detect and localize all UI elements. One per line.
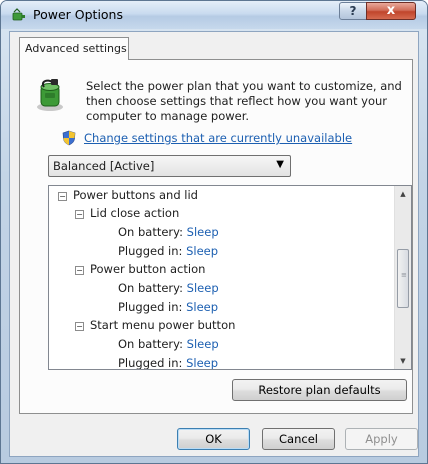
title-bar[interactable]: Power Options ? x [1, 1, 427, 29]
lid-plugged-in-value[interactable]: Sleep [186, 244, 218, 258]
collapse-icon[interactable]: − [58, 192, 67, 201]
tree-item-lid-plugged-in[interactable]: Plugged in: Sleep [118, 242, 218, 260]
tree-item-start-menu-plugged-in[interactable]: Plugged in: Sleep [118, 354, 218, 369]
tree-group-power-buttons-and-lid[interactable]: − Power buttons and lid [58, 186, 198, 204]
collapse-icon[interactable]: − [75, 266, 84, 275]
intro-text: Select the power plan that you want to c… [86, 79, 404, 124]
tab-advanced-settings[interactable]: Advanced settings [19, 37, 129, 60]
power-options-window: Power Options ? x Advanced settings Sele… [0, 0, 428, 464]
tree-item-lid-on-battery[interactable]: On battery: Sleep [118, 223, 219, 241]
grip-icon: ≡ [401, 271, 407, 279]
window-title: Power Options [33, 7, 123, 22]
intro-line-2: then choose settings that reflect how yo… [86, 94, 388, 108]
power-plan-selected-value: Balanced [Active] [53, 159, 155, 173]
tree-item-lid-close-action[interactable]: − Lid close action [75, 204, 179, 222]
power-plug-icon [37, 79, 63, 111]
power-plan-dropdown[interactable]: Balanced [Active] ▼ [48, 155, 291, 177]
tree-item-power-button-on-battery[interactable]: On battery: Sleep [118, 279, 219, 297]
intro-line-3: computer to manage power. [86, 109, 250, 123]
tree-scrollbar[interactable]: ▲ ≡ ▼ [394, 186, 411, 369]
tab-panel: Select the power plan that you want to c… [19, 59, 413, 414]
restore-plan-defaults-button[interactable]: Restore plan defaults [232, 379, 407, 401]
power-options-icon [12, 8, 25, 21]
apply-button[interactable]: Apply [345, 428, 418, 450]
tree-item-power-button-action[interactable]: − Power button action [75, 260, 205, 278]
ok-button[interactable]: OK [177, 428, 250, 450]
start-menu-plugged-in-value[interactable]: Sleep [186, 356, 218, 369]
power-button-plugged-in-value[interactable]: Sleep [186, 300, 218, 314]
collapse-icon[interactable]: − [75, 322, 84, 331]
lid-on-battery-value[interactable]: Sleep [187, 225, 219, 239]
start-menu-on-battery-value[interactable]: Sleep [187, 337, 219, 351]
tree-item-start-menu-power-button[interactable]: − Start menu power button [75, 316, 235, 334]
tree-item-power-button-plugged-in[interactable]: Plugged in: Sleep [118, 298, 218, 316]
help-button[interactable]: ? [339, 2, 367, 20]
shield-icon [62, 130, 76, 146]
scroll-up-arrow-icon[interactable]: ▲ [395, 186, 411, 202]
scroll-down-arrow-icon[interactable]: ▼ [395, 353, 411, 369]
intro-line-1: Select the power plan that you want to c… [86, 79, 402, 93]
cancel-button[interactable]: Cancel [262, 428, 335, 450]
scrollbar-thumb[interactable]: ≡ [397, 249, 409, 308]
dropdown-arrow-icon: ▼ [276, 159, 284, 170]
close-button[interactable]: x [366, 2, 416, 20]
settings-tree[interactable]: − Power buttons and lid − Lid close action… [48, 185, 412, 370]
change-settings-link[interactable]: Change settings that are currently unava… [84, 131, 352, 145]
dialog-body: Advanced settings Select the power plan … [9, 31, 419, 457]
collapse-icon[interactable]: − [75, 210, 84, 219]
tree-item-start-menu-on-battery[interactable]: On battery: Sleep [118, 335, 219, 353]
power-button-on-battery-value[interactable]: Sleep [187, 281, 219, 295]
